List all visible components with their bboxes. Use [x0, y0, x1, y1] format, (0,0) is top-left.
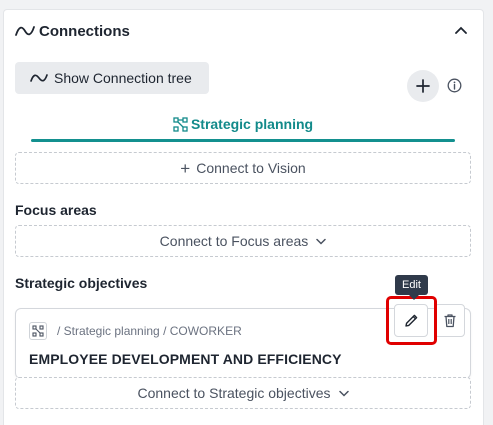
info-icon — [447, 78, 462, 93]
hierarchy-icon — [173, 116, 188, 132]
chevron-down-icon — [316, 238, 327, 245]
connect-to-strategic-objectives-label: Connect to Strategic objectives — [137, 385, 331, 401]
connect-to-vision-label: Connect to Vision — [196, 160, 306, 176]
connect-to-vision-button[interactable]: + Connect to Vision — [15, 152, 471, 184]
focus-areas-heading: Focus areas — [15, 202, 97, 218]
wave-icon — [15, 26, 35, 36]
delete-button[interactable] — [434, 304, 465, 337]
show-connection-tree-label: Show Connection tree — [54, 70, 192, 86]
tab-active-indicator — [31, 139, 455, 142]
tab-strategic-planning[interactable]: Strategic planning — [31, 114, 455, 144]
plus-icon: + — [180, 158, 191, 178]
add-connection-button[interactable] — [407, 70, 439, 102]
connect-to-strategic-objectives-button[interactable]: Connect to Strategic objectives — [15, 377, 471, 409]
panel-title: Connections — [39, 22, 130, 40]
info-button[interactable] — [446, 77, 463, 94]
connect-to-focus-areas-button[interactable]: Connect to Focus areas — [15, 225, 471, 257]
hierarchy-icon — [29, 322, 47, 340]
show-connection-tree-button[interactable]: Show Connection tree — [15, 62, 209, 94]
wave-icon — [30, 74, 48, 82]
edit-highlight-box — [386, 296, 437, 345]
plus-icon — [416, 79, 430, 93]
objective-breadcrumb: / Strategic planning / COWORKER — [57, 324, 242, 338]
connect-to-focus-areas-label: Connect to Focus areas — [159, 233, 309, 249]
edit-tooltip: Edit — [395, 275, 428, 295]
chevron-up-icon — [455, 26, 467, 34]
scrollbar-track[interactable] — [484, 0, 493, 425]
chevron-down-icon — [338, 390, 349, 397]
strategic-objectives-heading: Strategic objectives — [15, 275, 148, 291]
collapse-button[interactable] — [451, 20, 471, 40]
objective-title: EMPLOYEE DEVELOPMENT AND EFFICIENCY — [29, 351, 342, 367]
tab-label: Strategic planning — [190, 116, 314, 132]
connections-panel: Connections Show Connection tree Strateg… — [3, 9, 484, 425]
tooltip-arrow — [409, 295, 419, 300]
panel-header: Connections — [14, 20, 130, 42]
trash-icon — [444, 314, 455, 328]
